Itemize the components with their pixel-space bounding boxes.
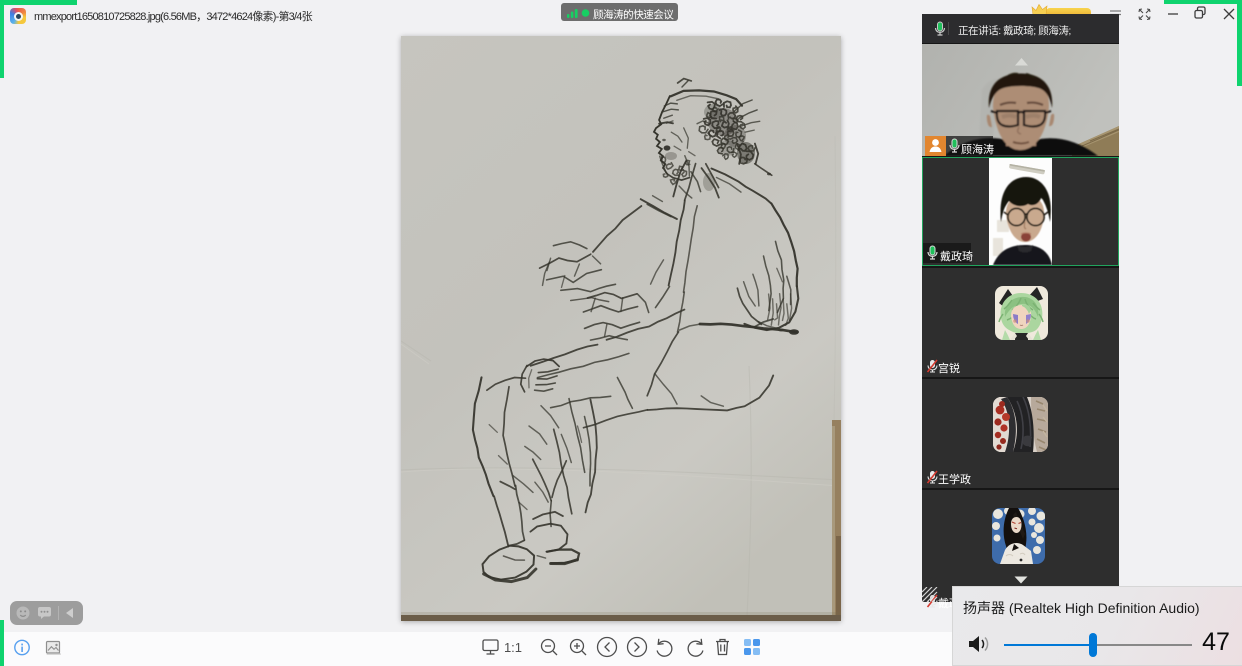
svg-text:1:1: 1:1 [504,640,522,655]
